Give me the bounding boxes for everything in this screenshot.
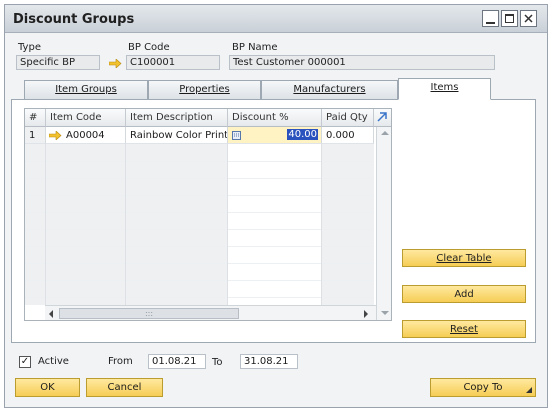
- dropdown-corner-icon: [526, 387, 532, 393]
- scroll-left-icon[interactable]: [48, 310, 54, 318]
- link-arrow-icon[interactable]: [49, 131, 62, 140]
- item-code-cell[interactable]: A00004: [46, 127, 126, 144]
- tab-properties[interactable]: Properties: [148, 80, 261, 99]
- row-number: 1: [25, 127, 46, 144]
- cancel-button[interactable]: Cancel: [86, 378, 163, 397]
- title-bar: Discount Groups: [5, 5, 547, 33]
- window-title: Discount Groups: [13, 12, 135, 27]
- add-button[interactable]: Add: [402, 285, 526, 303]
- discount-value[interactable]: 40.00: [287, 129, 318, 140]
- scroll-grip: :::: [144, 309, 154, 318]
- scroll-up-icon[interactable]: [380, 130, 390, 136]
- column-header-paid-qty[interactable]: Paid Qty: [322, 109, 374, 127]
- vertical-scrollbar[interactable]: [376, 127, 391, 320]
- reset-button[interactable]: Reset: [402, 320, 526, 338]
- active-checkbox[interactable]: ✓: [19, 356, 31, 368]
- from-date-field[interactable]: 01.08.21: [148, 354, 206, 369]
- column-header-item-code[interactable]: Item Code: [46, 109, 126, 127]
- scroll-down-icon[interactable]: [380, 310, 390, 316]
- tab-items[interactable]: Items: [398, 78, 491, 100]
- minimize-icon: [486, 22, 495, 24]
- maximize-icon: [505, 14, 514, 23]
- clear-table-button[interactable]: Clear Table: [402, 249, 526, 267]
- form-settings-button[interactable]: [374, 109, 391, 127]
- type-label: Type: [18, 42, 41, 53]
- calculator-icon[interactable]: [232, 131, 241, 140]
- column-header-item-description[interactable]: Item Description: [126, 109, 228, 127]
- horizontal-scrollbar[interactable]: :::: [45, 305, 376, 320]
- to-label: To: [212, 357, 223, 368]
- link-arrow-icon[interactable]: [109, 59, 122, 68]
- type-field[interactable]: Specific BP: [16, 55, 100, 70]
- column-header-discount[interactable]: Discount %: [228, 109, 322, 127]
- column-header-num[interactable]: #: [25, 109, 46, 127]
- discount-cell[interactable]: 40.00: [228, 127, 322, 144]
- item-code-value: A00004: [66, 130, 105, 141]
- copy-to-label: Copy To: [463, 382, 503, 393]
- tab-item-groups[interactable]: Item Groups: [24, 80, 148, 99]
- from-label: From: [108, 356, 133, 367]
- copy-to-button[interactable]: Copy To: [430, 378, 536, 397]
- bp-name-field[interactable]: Test Customer 000001: [229, 55, 495, 70]
- bp-code-label: BP Code: [128, 42, 170, 53]
- horizontal-scroll-thumb[interactable]: :::: [59, 308, 239, 319]
- scroll-right-icon[interactable]: [363, 310, 369, 318]
- to-date-field[interactable]: 31.08.21: [240, 354, 298, 369]
- close-button[interactable]: [520, 10, 537, 27]
- active-label: Active: [38, 356, 69, 367]
- tab-manufacturers[interactable]: Manufacturers: [261, 80, 398, 99]
- minimize-button[interactable]: [482, 10, 499, 27]
- item-description-cell[interactable]: Rainbow Color Printer: [126, 127, 228, 144]
- ok-button[interactable]: OK: [15, 378, 80, 397]
- paid-qty-cell[interactable]: 0.000: [322, 127, 374, 144]
- bp-name-label: BP Name: [232, 42, 278, 53]
- maximize-button[interactable]: [501, 10, 518, 27]
- expand-arrow-icon: [377, 112, 387, 122]
- close-icon: [524, 14, 533, 23]
- items-table: # Item Code Item Description Discount % …: [24, 108, 392, 321]
- bp-code-field[interactable]: C100001: [126, 55, 220, 70]
